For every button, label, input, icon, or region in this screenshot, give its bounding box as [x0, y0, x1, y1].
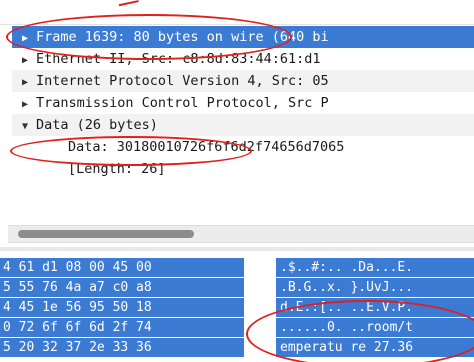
hex-line[interactable]: 4 45 1e 56 95 50 18 [0, 298, 244, 317]
tree-row-ethernet[interactable]: ▶ Ethernet II, Src: c8:8d:83:44:61:d1 [12, 48, 474, 70]
tree-row-ipv4[interactable]: ▶ Internet Protocol Version 4, Src: 05 [12, 70, 474, 92]
tree-row-frame[interactable]: ▶ Frame 1639: 80 bytes on wire (640 bi [12, 26, 474, 48]
bytes-pane: 4 61 d1 08 00 45 00 5 55 76 4a a7 c0 a8 … [0, 258, 474, 362]
tree-row-data-value[interactable]: Data: 30180010726f6f6d2f74656d7065 [12, 136, 474, 158]
ascii-line[interactable]: .$..#:.. .Da...E. [276, 258, 474, 277]
ascii-line[interactable]: .B.G..x. }.UvJ... [276, 278, 474, 297]
expand-arrow-icon[interactable]: ▶ [18, 28, 32, 48]
packet-details-tree: ▶ Frame 1639: 80 bytes on wire (640 bi ▶ E… [12, 26, 474, 180]
top-strip [0, 0, 474, 25]
tree-row-label: Data (26 bytes) [36, 117, 158, 133]
ascii-line[interactable]: d.E.:[.. ..E.V.P. [276, 298, 474, 317]
collapse-arrow-icon[interactable]: ▼ [18, 116, 32, 136]
expand-arrow-icon[interactable]: ▶ [18, 50, 32, 70]
ascii-line[interactable]: emperatu re 27.36 [276, 338, 474, 357]
packet-analyzer-view: ▶ Frame 1639: 80 bytes on wire (640 bi ▶ E… [0, 0, 474, 362]
hex-line[interactable]: 5 20 32 37 2e 33 36 [0, 338, 244, 357]
tree-row-data-length[interactable]: [Length: 26] [12, 158, 474, 180]
tree-row-label: Ethernet II, Src: c8:8d:83:44:61:d1 [36, 51, 321, 67]
expand-arrow-icon[interactable]: ▶ [18, 72, 32, 92]
expand-arrow-icon[interactable]: ▶ [18, 94, 32, 114]
tree-row-label: Transmission Control Protocol, Src P [36, 95, 329, 111]
ascii-line[interactable]: ......0. ..room/t [276, 318, 474, 337]
hex-column: 4 61 d1 08 00 45 00 5 55 76 4a a7 c0 a8 … [0, 258, 244, 358]
tree-row-label: Data: 30180010726f6f6d2f74656d7065 [68, 139, 345, 155]
tree-row-label: [Length: 26] [68, 161, 166, 177]
hex-line[interactable]: 4 61 d1 08 00 45 00 [0, 258, 244, 277]
scrollbar-thumb[interactable] [18, 230, 194, 238]
hex-line[interactable]: 0 72 6f 6f 6d 2f 74 [0, 318, 244, 337]
ascii-column: .$..#:.. .Da...E. .B.G..x. }.UvJ... d.E.… [276, 258, 474, 358]
tree-row-data[interactable]: ▼ Data (26 bytes) [12, 114, 474, 136]
tree-row-label: Frame 1639: 80 bytes on wire (640 bi [36, 29, 329, 45]
hex-line[interactable]: 5 55 76 4a a7 c0 a8 [0, 278, 244, 297]
pane-divider[interactable] [0, 247, 474, 251]
horizontal-scrollbar[interactable] [8, 225, 474, 243]
tree-row-tcp[interactable]: ▶ Transmission Control Protocol, Src P [12, 92, 474, 114]
tree-row-label: Internet Protocol Version 4, Src: 05 [36, 73, 329, 89]
